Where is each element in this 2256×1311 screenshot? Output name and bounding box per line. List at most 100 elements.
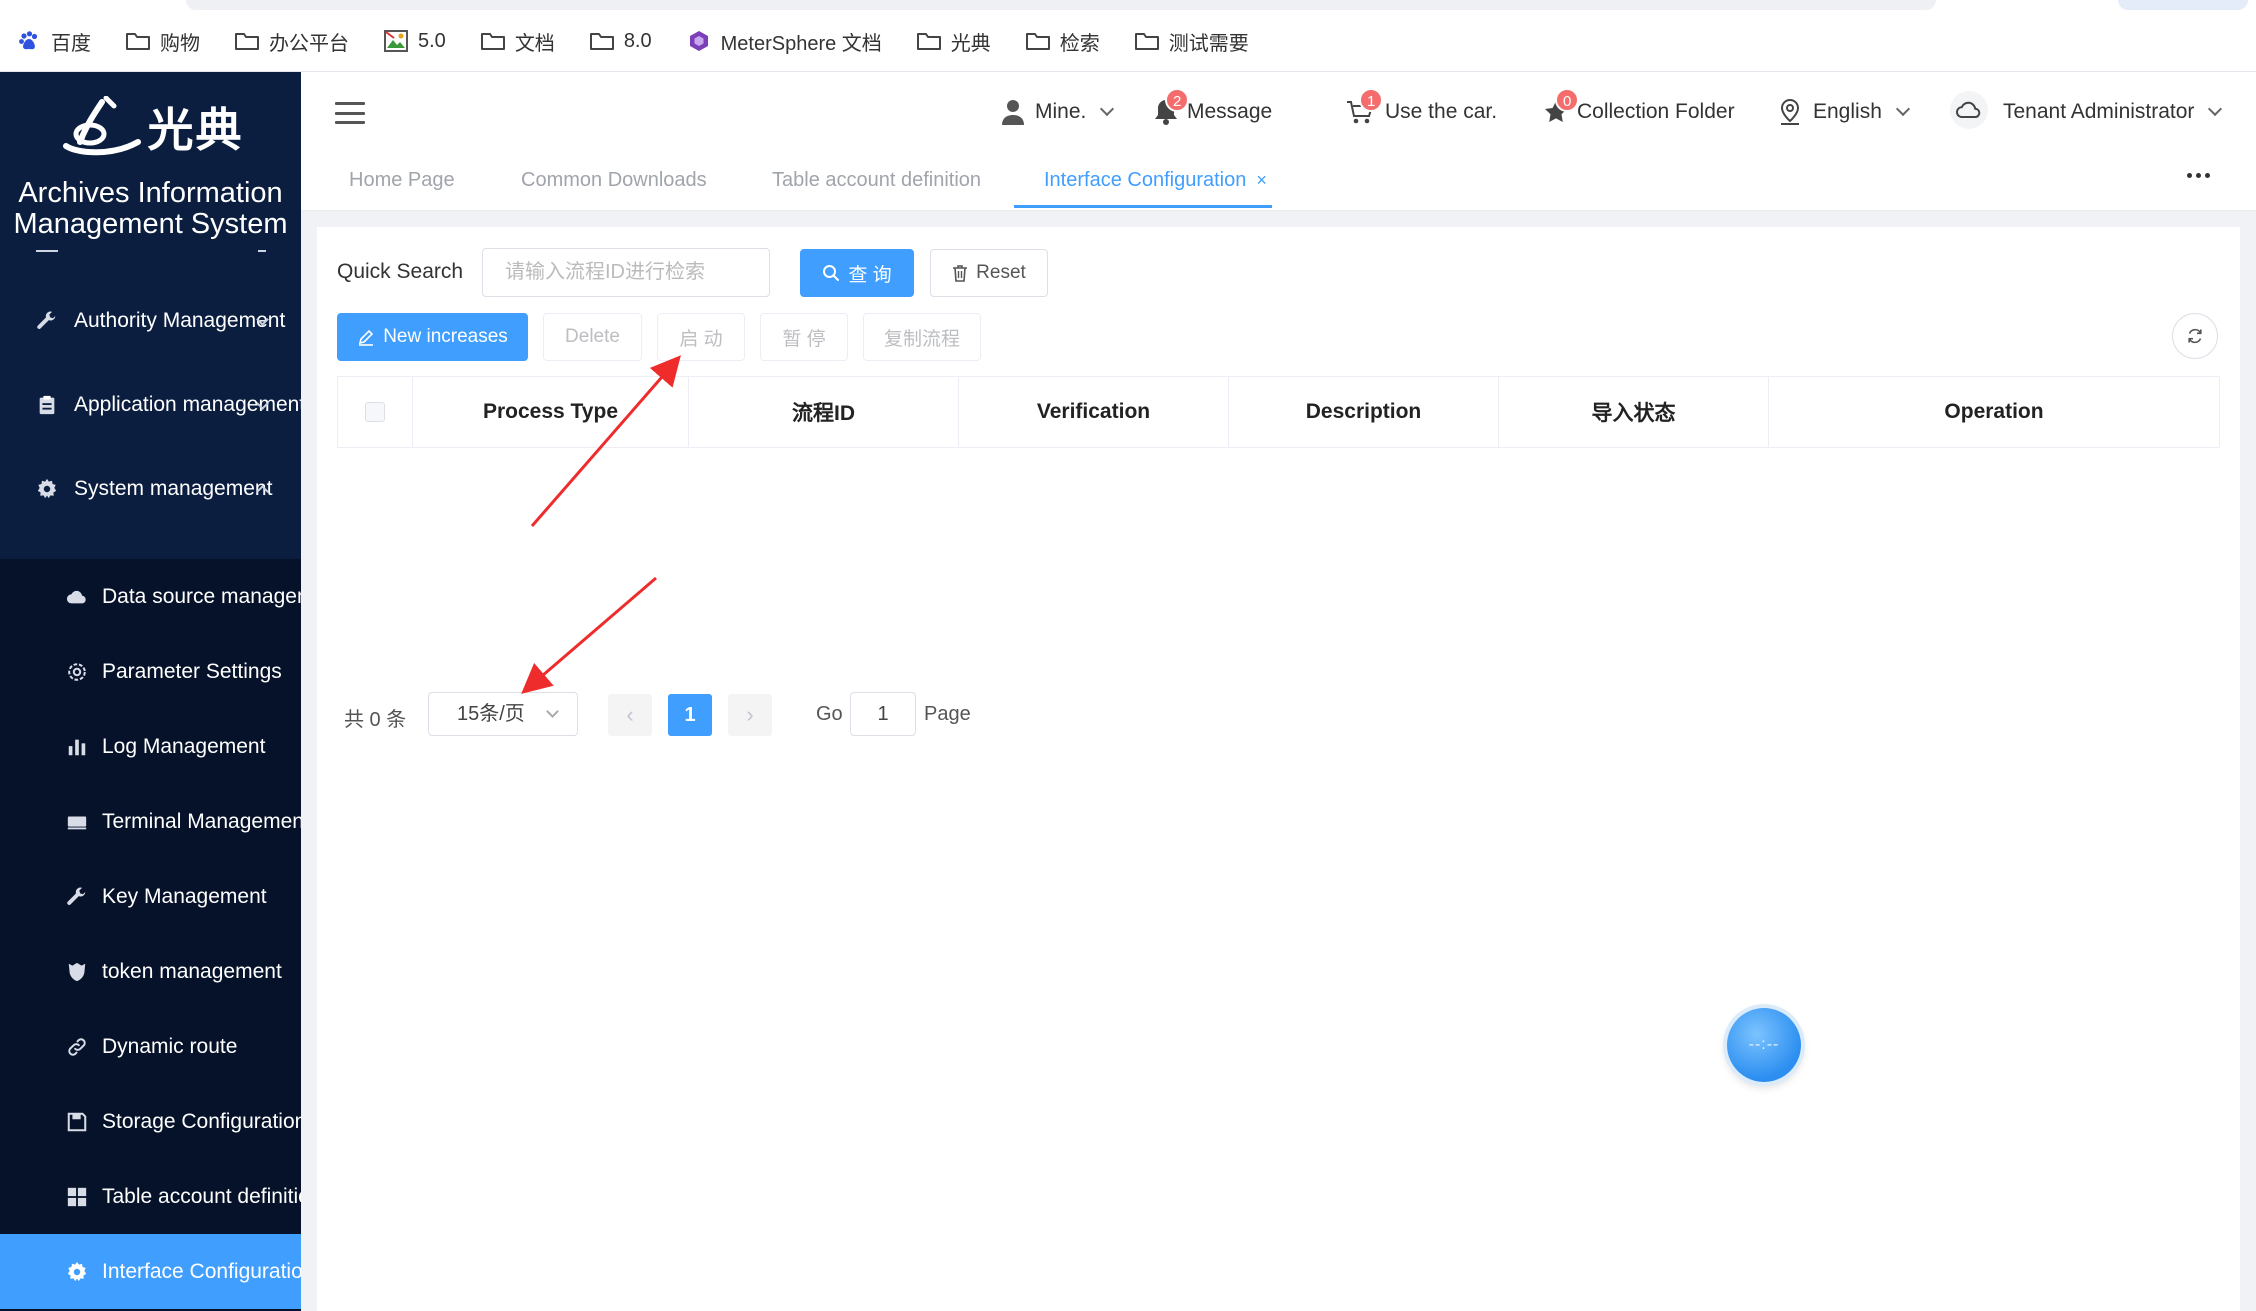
sidebar-item-label: Storage Configuration xyxy=(102,1109,301,1133)
chevron-down-icon xyxy=(1100,101,1115,117)
bookmark-5-0[interactable]: 5.0 xyxy=(383,26,446,56)
tab-home-page[interactable]: Home Page xyxy=(349,169,455,192)
sidebar-item-label: System management xyxy=(74,477,273,500)
sidebar-item-label: token management xyxy=(102,959,282,983)
bookmark-baidu[interactable]: 百度 xyxy=(16,26,91,56)
logo-mark-icon xyxy=(62,96,141,156)
sidebar-menu: Authority Management Application managem… xyxy=(0,279,301,531)
close-icon[interactable]: × xyxy=(1256,170,1267,190)
pagination-total: 共 0 条 xyxy=(344,709,407,731)
start-label: 启 动 xyxy=(679,328,723,350)
chevron-right-icon: › xyxy=(746,702,754,727)
pause-button[interactable]: 暂 停 xyxy=(760,313,848,361)
bookmark-test-needs[interactable]: 测试需要 xyxy=(1134,26,1249,56)
language-label: English xyxy=(1813,100,1882,123)
bookmark-office[interactable]: 办公平台 xyxy=(234,26,349,56)
sidebar-item-table-account-definition[interactable]: Table account definition xyxy=(0,1159,301,1234)
folder-icon xyxy=(235,33,259,50)
logo-text: 光典 xyxy=(147,103,244,157)
brand-divider xyxy=(35,250,266,252)
tab-table-account-definition[interactable]: Table account definition xyxy=(772,169,981,192)
bookmark-label: 检索 xyxy=(1059,32,1100,55)
chevron-down-icon xyxy=(546,705,559,718)
new-button[interactable]: New increases xyxy=(337,313,528,361)
cloud-icon xyxy=(66,590,86,603)
column-header-operation[interactable]: Operation xyxy=(1769,377,2219,447)
tab-interface-configuration[interactable]: Interface Configuration × xyxy=(1044,169,1267,192)
prev-page-button[interactable]: ‹ xyxy=(608,694,652,736)
user-menu[interactable]: Mine. xyxy=(1001,96,1115,128)
hamburger-menu-icon[interactable] xyxy=(335,102,365,124)
bookmark-search[interactable]: 检索 xyxy=(1025,26,1100,56)
bookmark-label: 办公平台 xyxy=(269,32,349,55)
sidebar-item-key-management[interactable]: Key Management xyxy=(0,859,301,934)
more-options-icon[interactable] xyxy=(2187,173,2210,178)
start-button[interactable]: 启 动 xyxy=(657,313,745,361)
bookmark-guangdian[interactable]: 光典 xyxy=(916,26,991,56)
sidebar-item-system-management[interactable]: System management xyxy=(0,447,301,531)
query-button[interactable]: 查 询 xyxy=(800,249,914,297)
copy-process-button[interactable]: 复制流程 xyxy=(863,313,981,361)
sidebar-item-label: Key Management xyxy=(102,884,267,908)
browser-bookmarks-bar: 百度 购物 办公平台 5.0 文档 8.0 MeterSphere 文档 光典 … xyxy=(0,0,2256,72)
bookmark-8-0[interactable]: 8.0 xyxy=(589,26,652,56)
reset-label: Reset xyxy=(976,262,1026,283)
car-label: Use the car. xyxy=(1385,100,1498,123)
bookmark-label: 光典 xyxy=(950,32,991,55)
column-header-process-id[interactable]: 流程ID xyxy=(689,377,959,447)
sidebar-item-dynamic-route[interactable]: Dynamic route xyxy=(0,1009,301,1084)
message-button[interactable]: 2 Message xyxy=(1153,88,1272,128)
sidebar-item-storage-configuration[interactable]: Storage Configuration xyxy=(0,1084,301,1159)
column-header-description[interactable]: Description xyxy=(1229,377,1499,447)
sidebar-item-parameter-settings[interactable]: Parameter Settings xyxy=(0,634,301,709)
column-header-verification[interactable]: Verification xyxy=(959,377,1229,447)
chevron-left-icon: ‹ xyxy=(626,702,634,727)
shield-icon xyxy=(68,962,86,981)
sidebar-item-interface-configuration[interactable]: Interface Configuration xyxy=(0,1234,301,1309)
logo[interactable]: 光典 xyxy=(58,94,244,160)
browser-profile-pill[interactable] xyxy=(2118,0,2248,10)
folder-icon xyxy=(916,33,941,50)
table-select-all-cell xyxy=(338,377,413,447)
sidebar-item-log-management[interactable]: Log Management xyxy=(0,709,301,784)
sidebar-item-application-management[interactable]: Application management xyxy=(0,363,301,447)
next-page-button[interactable]: › xyxy=(728,694,772,736)
page-number-button[interactable]: 1 xyxy=(668,694,712,736)
search-input[interactable]: 请输入流程ID进行检索 xyxy=(482,248,770,297)
user-label: Mine. xyxy=(1035,100,1087,123)
language-select[interactable]: English xyxy=(1777,96,1910,128)
delete-button[interactable]: Delete xyxy=(543,313,642,361)
sidebar-item-terminal-management[interactable]: Terminal Management xyxy=(0,784,301,859)
select-all-checkbox[interactable] xyxy=(365,402,385,422)
column-header-process-type[interactable]: Process Type xyxy=(413,377,689,447)
reset-button[interactable]: Reset xyxy=(930,249,1048,297)
bookmark-docs[interactable]: 文档 xyxy=(480,26,555,56)
copy-label: 复制流程 xyxy=(883,328,960,350)
bookmark-metersphere[interactable]: MeterSphere 文档 xyxy=(686,26,882,56)
car-button[interactable]: 1 Use the car. xyxy=(1345,88,1498,128)
refresh-icon xyxy=(2188,328,2202,344)
sidebar-item-authority-management[interactable]: Authority Management xyxy=(0,279,301,363)
settings-icon xyxy=(68,662,86,681)
tab-common-downloads[interactable]: Common Downloads xyxy=(521,169,707,192)
system-title-line2: Management System xyxy=(13,208,288,240)
chevron-down-icon xyxy=(2208,101,2223,117)
bookmark-shopping[interactable]: 购物 xyxy=(125,26,200,56)
sidebar-item-data-source-management[interactable]: Data source management xyxy=(0,559,301,634)
car-badge: 1 xyxy=(1359,88,1384,112)
page-size-select[interactable]: 15条/页 xyxy=(428,692,578,736)
collection-badge: 0 xyxy=(1555,88,1580,112)
page-label: Page xyxy=(924,703,971,725)
collection-folder-button[interactable]: 0 Collection Folder xyxy=(1543,88,1735,128)
refresh-button[interactable] xyxy=(2172,313,2218,359)
sidebar-item-token-management[interactable]: token management xyxy=(0,934,301,1009)
floating-clock-widget[interactable]: --:-- xyxy=(1727,1008,1801,1082)
edit-icon xyxy=(359,329,374,346)
go-page-input[interactable]: 1 xyxy=(850,692,916,736)
tenant-menu[interactable]: Tenant Administrator xyxy=(1949,91,2223,129)
column-header-import-status[interactable]: 导入状态 xyxy=(1499,377,1769,447)
location-pin-icon xyxy=(1780,98,1800,125)
sidebar-item-label: Terminal Management xyxy=(102,809,301,833)
wrench-icon xyxy=(37,311,56,329)
link-icon xyxy=(68,1037,86,1056)
